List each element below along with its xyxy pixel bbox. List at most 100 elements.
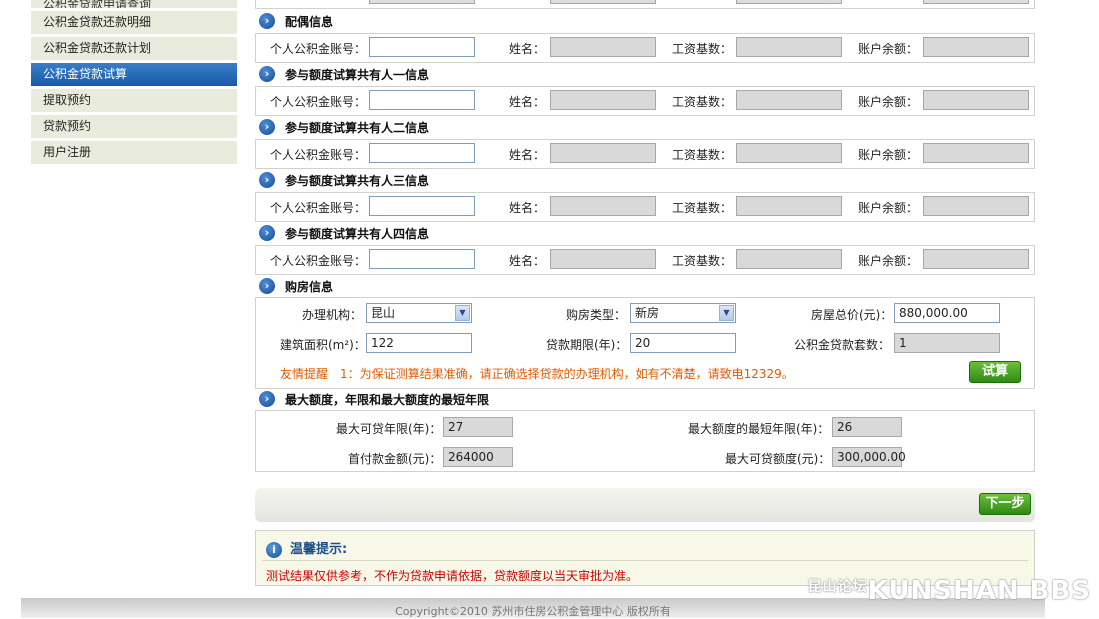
house-price-label: 房屋总价(元)： [811, 308, 893, 322]
down-payment-field: 264000 [443, 447, 513, 467]
coowner-4-account-input[interactable] [369, 249, 475, 269]
spouse-name-field [550, 37, 656, 57]
coowner-1-name-field [550, 90, 656, 110]
coowner-2-account-input[interactable] [369, 143, 475, 163]
sidebar-item-loan-trial[interactable]: 公积金贷款试算 [31, 63, 237, 86]
account-label: 个人公积金账号： [270, 254, 367, 268]
loan-count-label: 公积金贷款套数： [794, 338, 891, 352]
agency-select[interactable]: 昆山 ▼ [366, 303, 472, 323]
coowner-4-name-field [550, 249, 656, 269]
account-label: 个人公积金账号： [270, 95, 367, 109]
chevron-right-icon: › [259, 172, 275, 188]
watermark-small: 昆山论坛 [807, 579, 868, 595]
house-price-input[interactable]: 880,000.00 [894, 303, 1000, 323]
chevron-right-icon: › [259, 225, 275, 241]
sidebar-item-loan-appointment[interactable]: 贷款预约 [31, 115, 237, 138]
spouse-balance-field [923, 37, 1029, 57]
section-title-result: › 最大额度，年限和最大额度的最短年限 [259, 391, 489, 409]
sidebar-item-repayment-plan[interactable]: 公积金贷款还款计划 [31, 37, 237, 60]
balance-label: 账户余额： [858, 42, 919, 56]
chevron-right-icon: › [259, 66, 275, 82]
name-label: 姓名： [509, 201, 546, 215]
info-icon: i [266, 541, 282, 558]
balance-label: 账户余额： [858, 254, 919, 268]
loan-count-field: 1 [894, 333, 1000, 353]
section-title-coowner-4: › 参与额度试算共有人四信息 [259, 225, 429, 243]
name-label: 姓名： [509, 254, 546, 268]
house-type-label: 购房类型： [566, 308, 627, 322]
friendly-reminder: 友情提醒 1：为保证测算结果准确，请正确选择贷款的办理机构，如有不清楚，请致电1… [280, 367, 794, 381]
next-step-button[interactable]: 下一步 [979, 493, 1031, 515]
coowner-3-balance-field [923, 196, 1029, 216]
chevron-right-icon: › [259, 13, 275, 29]
coowner-3-account-input[interactable] [369, 196, 475, 216]
salary-label: 工资基数： [672, 148, 733, 162]
balance-label: 账户余额： [858, 201, 919, 215]
name-label: 姓名： [509, 148, 546, 162]
spouse-account-input[interactable] [369, 37, 475, 57]
name-label: 姓名： [509, 95, 546, 109]
min-years-label: 最大额度的最短年限(年)： [688, 422, 830, 436]
coowner-3-info-box: 个人公积金账号： 姓名： 工资基数： 账户余额： [255, 192, 1035, 222]
coowner-4-info-box: 个人公积金账号： 姓名： 工资基数： 账户余额： [255, 245, 1035, 275]
min-years-field: 26 [832, 417, 902, 437]
chevron-down-icon[interactable]: ▼ [455, 305, 470, 321]
sidebar-item-user-register[interactable]: 用户注册 [31, 141, 237, 164]
partial-field [550, 0, 656, 4]
house-type-select[interactable]: 新房 ▼ [630, 303, 736, 323]
notice-divider [262, 560, 1028, 561]
chevron-down-icon[interactable]: ▼ [719, 305, 734, 321]
section-title-coowner-2: › 参与额度试算共有人二信息 [259, 119, 429, 137]
coowner-4-salary-field [736, 249, 842, 269]
account-label: 个人公积金账号： [270, 201, 367, 215]
calculate-button[interactable]: 试算 [969, 361, 1021, 383]
section-title-coowner-1: › 参与额度试算共有人一信息 [259, 66, 429, 84]
loan-term-input[interactable]: 20 [630, 333, 736, 353]
chevron-right-icon: › [259, 391, 275, 407]
notice-title: 温馨提示: [290, 542, 348, 557]
salary-label: 工资基数： [672, 201, 733, 215]
area-input[interactable]: 122 [366, 333, 472, 353]
watermark-big: KUNSHAN BBS [867, 576, 1091, 606]
coowner-3-salary-field [736, 196, 842, 216]
coowner-2-info-box: 个人公积金账号： 姓名： 工资基数： 账户余额： [255, 139, 1035, 169]
area-label: 建筑面积(m²)： [280, 338, 366, 352]
coowner-1-balance-field [923, 90, 1029, 110]
sidebar: 公积金贷款申请查询 公积金贷款还款明细 公积金贷款还款计划 公积金贷款试算 提取… [31, 0, 237, 167]
account-label: 个人公积金账号： [270, 42, 367, 56]
section-title-spouse: › 配偶信息 [259, 13, 333, 31]
coowner-1-account-input[interactable] [369, 90, 475, 110]
max-amount-label: 最大可贷额度(元)： [725, 452, 831, 466]
max-years-field: 27 [443, 417, 513, 437]
sidebar-item-withdraw-appointment[interactable]: 提取预约 [31, 89, 237, 112]
result-box: 最大可贷年限(年)： 27 最大额度的最短年限(年)： 26 首付款金额(元)：… [255, 410, 1035, 472]
partial-field [736, 0, 842, 4]
coowner-2-salary-field [736, 143, 842, 163]
purchase-info-box: 办理机构： 昆山 ▼ 购房类型： 新房 ▼ 房屋总价(元)： 880,000.0… [255, 297, 1035, 389]
action-bar: 下一步 [255, 488, 1035, 522]
coowner-3-name-field [550, 196, 656, 216]
forum-watermark: 昆山论坛KUNSHAN BBS [808, 576, 1091, 606]
chevron-right-icon: › [259, 119, 275, 135]
coowner-2-name-field [550, 143, 656, 163]
loan-term-label: 贷款期限(年)： [546, 338, 628, 352]
balance-label: 账户余额： [858, 95, 919, 109]
coowner-1-info-box: 个人公积金账号： 姓名： 工资基数： 账户余额： [255, 86, 1035, 116]
coowner-1-salary-field [736, 90, 842, 110]
sidebar-item-loan-query[interactable]: 公积金贷款申请查询 [31, 0, 237, 8]
house-type-select-value: 新房 [635, 306, 660, 320]
partial-field [923, 0, 1029, 4]
section-title-coowner-3: › 参与额度试算共有人三信息 [259, 172, 429, 190]
account-label: 个人公积金账号： [270, 148, 367, 162]
section-title-purchase: › 购房信息 [259, 278, 333, 296]
coowner-2-balance-field [923, 143, 1029, 163]
previous-section-fragment [255, 0, 1035, 9]
max-years-label: 最大可贷年限(年)： [336, 422, 442, 436]
partial-field [369, 0, 475, 4]
agency-label: 办理机构： [302, 308, 363, 322]
salary-label: 工资基数： [672, 42, 733, 56]
notice-body: 测试结果仅供参考，不作为贷款申请依据，贷款额度以当天审批为准。 [266, 569, 639, 583]
salary-label: 工资基数： [672, 254, 733, 268]
sidebar-item-repayment-detail[interactable]: 公积金贷款还款明细 [31, 11, 237, 34]
name-label: 姓名： [509, 42, 546, 56]
